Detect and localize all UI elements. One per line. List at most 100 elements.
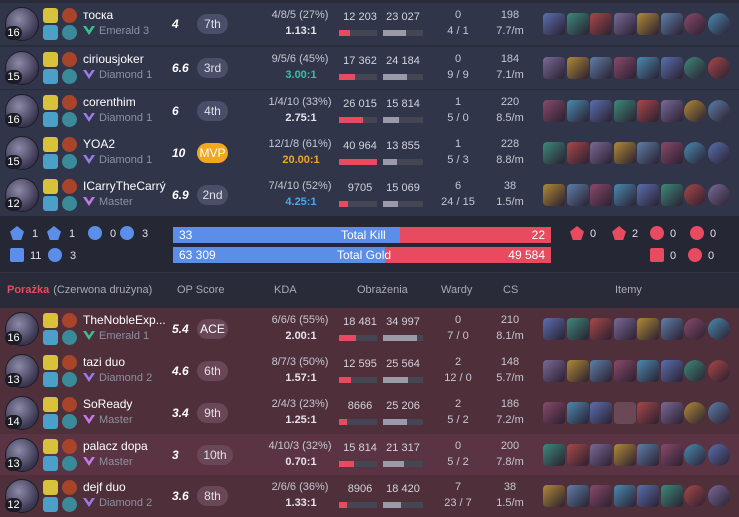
item-slot-icon[interactable] (566, 100, 589, 122)
item-slot-icon[interactable] (660, 100, 683, 122)
trinket-item-icon[interactable] (707, 142, 730, 164)
item-slot-icon[interactable] (566, 360, 589, 382)
trinket-item-icon[interactable] (707, 184, 730, 206)
item-slot-icon[interactable] (590, 402, 612, 424)
keystone-rune-icon[interactable] (62, 397, 77, 412)
item-slot-icon[interactable] (543, 485, 565, 507)
secondary-rune-icon[interactable] (62, 330, 77, 345)
player-row[interactable]: 16 corenthim Diamond 1 6 4th 1/4/10 (33%) 2.75… (0, 90, 739, 132)
player-row[interactable]: 12 ICarryTheCarrý Master 6.9 2nd 7/4/10 (52%)… (0, 174, 739, 216)
item-slot-icon[interactable] (590, 13, 612, 35)
secondary-rune-icon[interactable] (62, 112, 77, 127)
player-row[interactable]: 16 тоска Emerald 3 4 7th 4/8/5 (27%) 1.13:1 12 … (0, 3, 739, 45)
item-slot-icon[interactable] (613, 13, 636, 35)
trinket-item-icon[interactable] (707, 57, 730, 79)
summoner-name[interactable]: YOA2 (83, 137, 115, 151)
item-slot-icon[interactable] (637, 318, 659, 340)
item-slot-icon[interactable] (684, 57, 706, 79)
keystone-rune-icon[interactable] (62, 137, 77, 152)
item-slot-icon[interactable] (566, 13, 589, 35)
item-slot-icon[interactable] (543, 57, 565, 79)
item-slot-icon[interactable] (566, 444, 589, 466)
item-slot-icon[interactable] (637, 13, 659, 35)
item-slot-icon[interactable] (684, 360, 706, 382)
item-slot-icon[interactable] (684, 485, 706, 507)
summoner-spell-flash-icon[interactable] (43, 313, 58, 328)
summoner-name[interactable]: TheNobleExp... (83, 313, 166, 327)
trinket-item-icon[interactable] (707, 13, 730, 35)
item-slot-icon[interactable] (684, 13, 706, 35)
item-slot-icon[interactable] (637, 485, 659, 507)
item-slot-icon[interactable] (590, 444, 612, 466)
item-slot-icon[interactable] (684, 402, 706, 424)
item-slot-icon[interactable] (613, 318, 636, 340)
summoner-spell-flash-icon[interactable] (43, 439, 58, 454)
item-slot-icon[interactable] (637, 142, 659, 164)
summoner-spell-icon[interactable] (43, 112, 58, 127)
item-slot-icon[interactable] (566, 318, 589, 340)
summoner-spell-icon[interactable] (43, 154, 58, 169)
player-row[interactable]: 12 dejf duo Diamond 2 3.6 8th 2/6/6 (36%) 1.33… (0, 475, 739, 517)
item-slot-icon[interactable] (566, 184, 589, 206)
item-slot-icon[interactable] (566, 485, 589, 507)
secondary-rune-icon[interactable] (62, 497, 77, 512)
summoner-spell-flash-icon[interactable] (43, 480, 58, 495)
summoner-name[interactable]: corenthim (83, 95, 136, 109)
secondary-rune-icon[interactable] (62, 196, 77, 211)
item-slot-icon[interactable] (684, 142, 706, 164)
item-slot-icon[interactable] (543, 444, 565, 466)
item-slot-icon[interactable] (684, 444, 706, 466)
item-slot-icon[interactable] (613, 184, 636, 206)
summoner-spell-flash-icon[interactable] (43, 52, 58, 67)
keystone-rune-icon[interactable] (62, 480, 77, 495)
summoner-spell-flash-icon[interactable] (43, 95, 58, 110)
summoner-spell-icon[interactable] (43, 25, 58, 40)
item-slot-icon[interactable] (637, 360, 659, 382)
item-slot-icon[interactable] (660, 485, 683, 507)
item-slot-icon[interactable] (543, 100, 565, 122)
item-slot-icon[interactable] (637, 57, 659, 79)
item-slot-icon[interactable] (590, 485, 612, 507)
item-slot-icon[interactable] (543, 13, 565, 35)
item-slot-icon[interactable] (684, 100, 706, 122)
secondary-rune-icon[interactable] (62, 456, 77, 471)
summoner-name[interactable]: tazi duo (83, 355, 125, 369)
player-row[interactable]: 13 palacz dopa Master 3 10th 4/10/3 (32%) 0.70… (0, 434, 739, 476)
item-slot-icon[interactable] (590, 57, 612, 79)
item-slot-icon[interactable] (613, 485, 636, 507)
player-row[interactable]: 15 ciriousjoker Diamond 1 6.6 3rd 9/5/6 (45%)… (0, 47, 739, 89)
item-slot-icon[interactable] (613, 100, 636, 122)
item-slot-icon[interactable] (590, 100, 612, 122)
trinket-item-icon[interactable] (707, 402, 730, 424)
item-slot-icon[interactable] (684, 318, 706, 340)
secondary-rune-icon[interactable] (62, 154, 77, 169)
summoner-name[interactable]: SoReady (83, 397, 132, 411)
summoner-spell-flash-icon[interactable] (43, 179, 58, 194)
player-row[interactable]: 16 TheNobleExp... Emerald 1 5.4 ACE 6/6/6 (55… (0, 308, 739, 350)
item-slot-icon[interactable] (660, 142, 683, 164)
item-slot-icon[interactable] (637, 444, 659, 466)
player-row[interactable]: 14 SoReady Master 3.4 9th 2/4/3 (23%) 1.25:1 86… (0, 392, 739, 434)
trinket-item-icon[interactable] (707, 360, 730, 382)
summoner-spell-icon[interactable] (43, 456, 58, 471)
keystone-rune-icon[interactable] (62, 439, 77, 454)
summoner-spell-icon[interactable] (43, 414, 58, 429)
item-slot-icon[interactable] (613, 402, 636, 424)
trinket-item-icon[interactable] (707, 318, 730, 340)
item-slot-icon[interactable] (660, 318, 683, 340)
item-slot-icon[interactable] (566, 57, 589, 79)
item-slot-icon[interactable] (613, 360, 636, 382)
item-slot-icon[interactable] (543, 184, 565, 206)
item-slot-icon[interactable] (613, 142, 636, 164)
item-slot-icon[interactable] (660, 402, 683, 424)
summoner-name[interactable]: dejf duo (83, 480, 126, 494)
summoner-spell-icon[interactable] (43, 330, 58, 345)
item-slot-icon[interactable] (590, 184, 612, 206)
summoner-name[interactable]: ICarryTheCarrý (83, 179, 166, 193)
item-slot-icon[interactable] (660, 57, 683, 79)
item-slot-icon[interactable] (590, 360, 612, 382)
summoner-spell-flash-icon[interactable] (43, 137, 58, 152)
secondary-rune-icon[interactable] (62, 372, 77, 387)
secondary-rune-icon[interactable] (62, 69, 77, 84)
item-slot-icon[interactable] (613, 57, 636, 79)
